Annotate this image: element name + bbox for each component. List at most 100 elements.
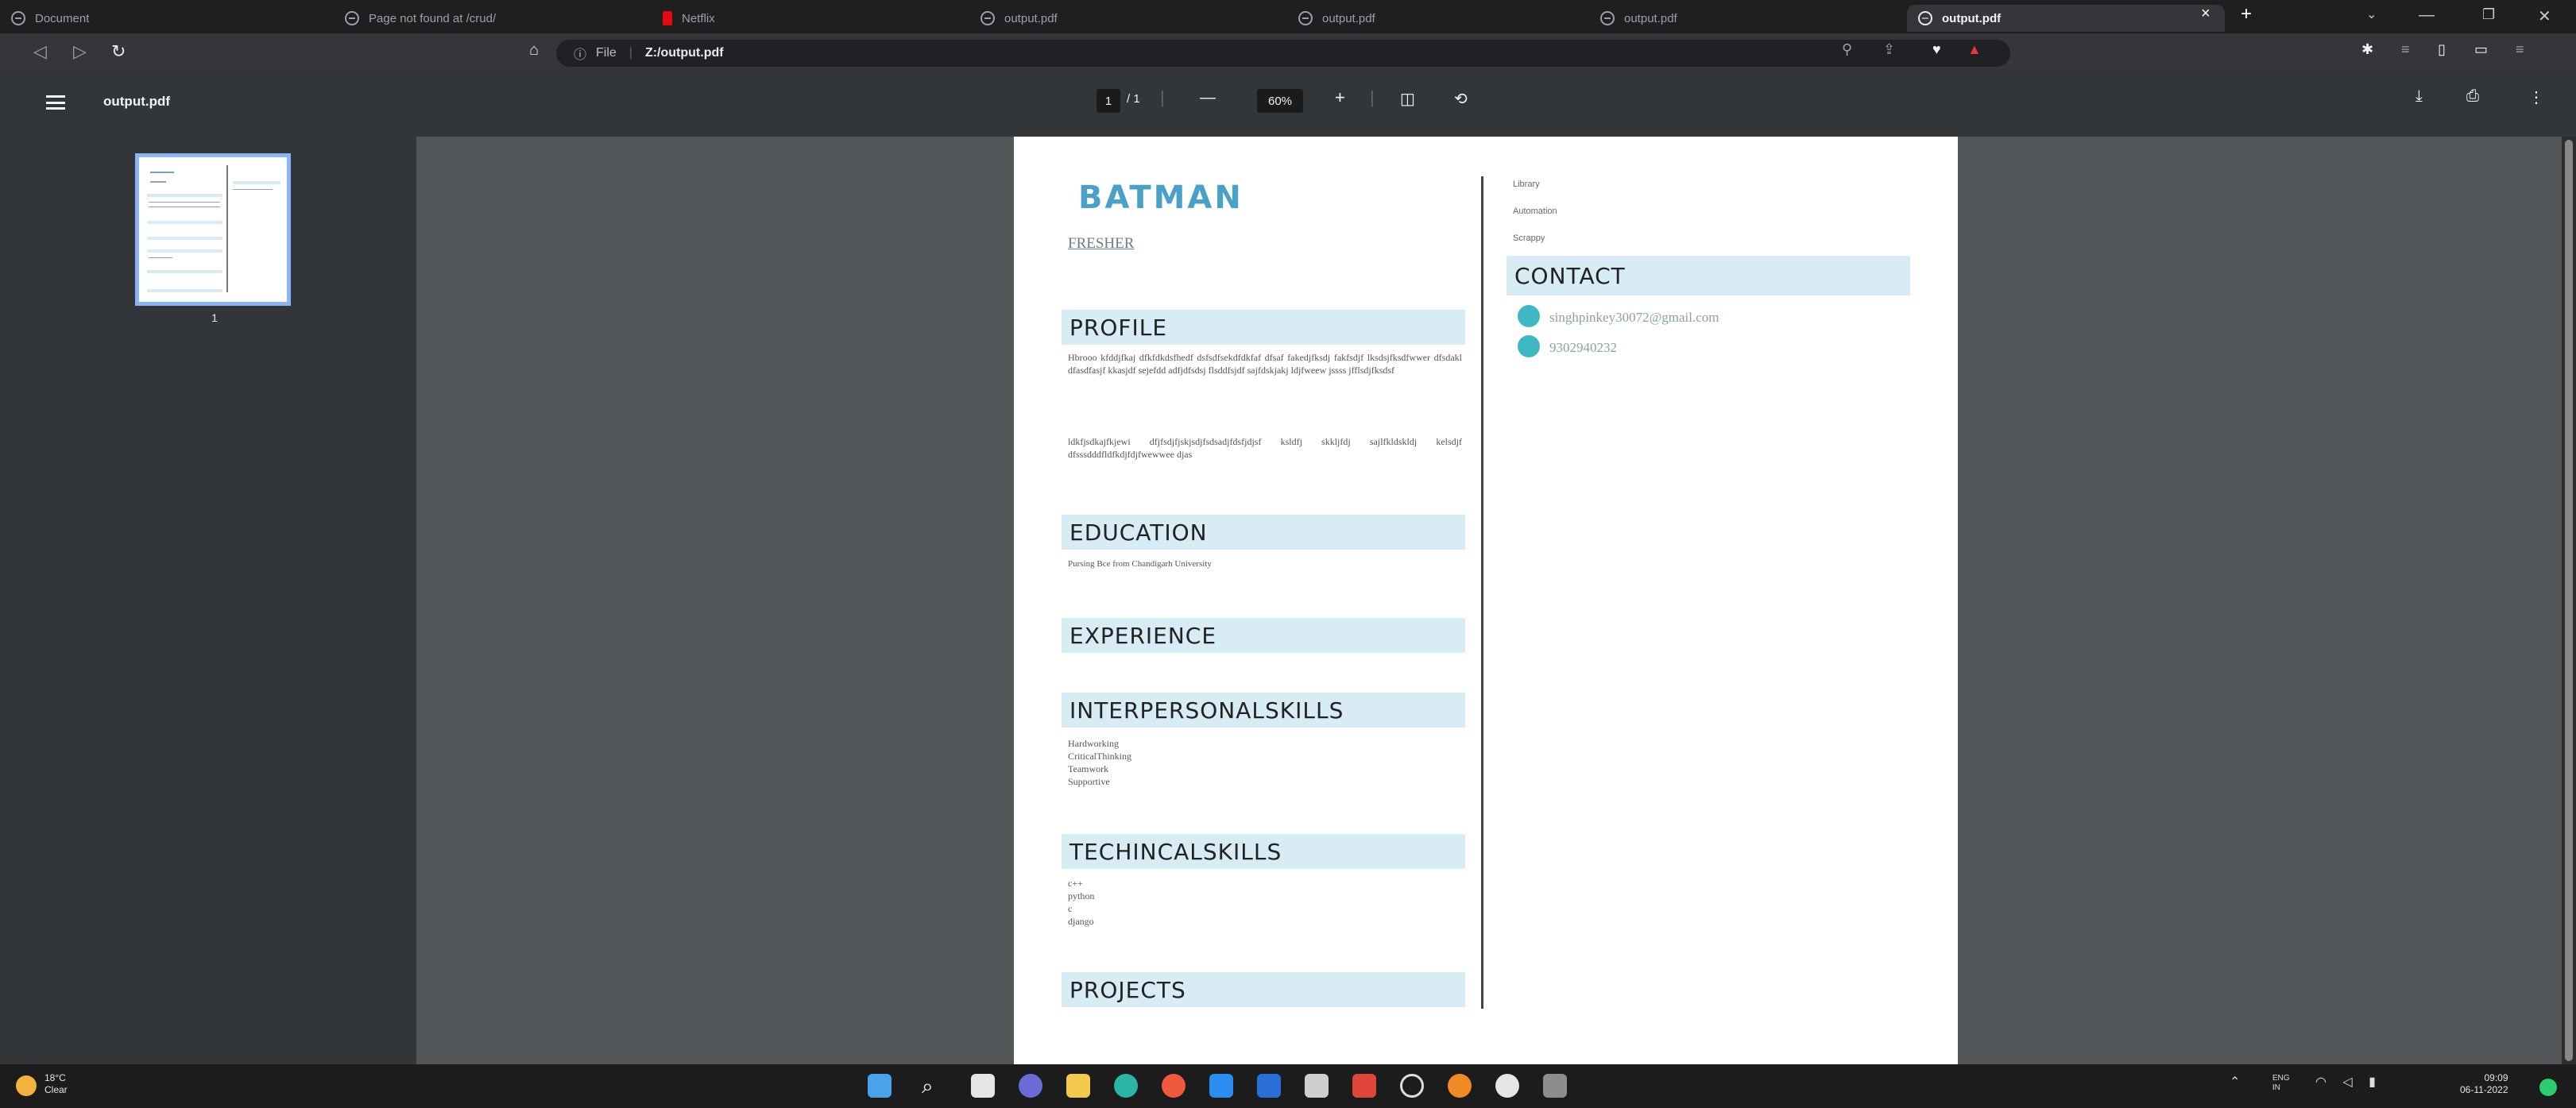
battery-icon[interactable]: ▮: [2369, 1075, 2376, 1089]
contact-heading: CONTACT: [1507, 256, 1910, 295]
tab-search-icon[interactable]: ⌄: [2366, 6, 2377, 22]
resume-name: BATMAN: [1078, 180, 1244, 216]
education-heading: EDUCATION: [1062, 515, 1465, 550]
skill-item: Teamwork: [1068, 763, 1109, 774]
page-number-input[interactable]: 1: [1097, 89, 1120, 113]
window-close-icon[interactable]: ✕: [2538, 6, 2551, 26]
brave-icon[interactable]: [1162, 1074, 1186, 1098]
globe-icon: [1298, 11, 1313, 25]
tab-page-not-found[interactable]: Page not found at /crud/: [334, 5, 652, 32]
column-divider: [1481, 176, 1483, 1009]
profile-text-1: Hbrooo kfddjfkaj dfkfdkdsfhedf dsfsdfsek…: [1068, 352, 1462, 376]
profile-text-2: ldkfjsdkajfkjewi dfjfsdjfjskjsdjfsdsadjf…: [1068, 436, 1462, 460]
store-icon[interactable]: [1257, 1074, 1281, 1098]
project-item: Scrappy: [1513, 234, 1545, 243]
address-field[interactable]: ⓘ File | Z:/output.pdf: [556, 40, 2010, 67]
scrollbar-thumb[interactable]: [2565, 140, 2573, 1061]
taskbar: [0, 1064, 2576, 1108]
more-actions-icon[interactable]: ⋮: [2528, 87, 2544, 107]
firefox-icon[interactable]: [1448, 1074, 1472, 1098]
tab-output-pdf-active[interactable]: output.pdf: [1907, 5, 2225, 32]
contact-phone: 9302940232: [1549, 340, 1617, 355]
tech-skill-item: c: [1068, 903, 1073, 914]
task-view-icon[interactable]: [971, 1074, 995, 1098]
resume-subtitle: FRESHER: [1068, 235, 1135, 252]
tech-skill-item: django: [1068, 916, 1094, 927]
tab-output-pdf-2[interactable]: output.pdf: [1287, 5, 1589, 32]
start-icon[interactable]: [868, 1074, 892, 1098]
globe-icon: [11, 11, 25, 25]
rotate-icon[interactable]: ⟲: [1454, 89, 1468, 109]
netflix-icon: [663, 11, 672, 25]
print-icon[interactable]: ⎙: [2466, 87, 2479, 106]
chat-icon[interactable]: [1019, 1074, 1042, 1098]
download-icon[interactable]: ⤓: [2415, 87, 2423, 106]
close-tab-button[interactable]: ×: [2201, 5, 2210, 23]
volume-icon[interactable]: ◁: [2342, 1075, 2352, 1089]
zoom-input[interactable]: 60%: [1257, 89, 1303, 113]
email-icon: [1518, 305, 1540, 327]
skill-item: CriticalThinking: [1068, 751, 1131, 762]
minimize-icon[interactable]: —: [2419, 6, 2435, 25]
browser-menu-icon[interactable]: ≡: [2516, 41, 2524, 58]
reading-list-icon[interactable]: ≡: [2401, 41, 2410, 58]
scheme-label: File: [596, 46, 617, 60]
reload-icon[interactable]: ↻: [111, 41, 126, 62]
interpersonal-skills-heading: INTERPERSONALSKILLS: [1062, 693, 1465, 728]
share-icon[interactable]: ⇪: [1883, 41, 1895, 58]
forward-icon[interactable]: ▷: [73, 41, 87, 62]
edge-icon[interactable]: [1114, 1074, 1138, 1098]
profile-heading: PROFILE: [1062, 310, 1465, 345]
chevron-up-icon[interactable]: ⌃: [2230, 1075, 2240, 1089]
tab-netflix[interactable]: Netflix: [652, 5, 969, 32]
project-item: Library: [1513, 180, 1540, 189]
technical-skills-heading: TECHINCALSKILLS: [1062, 834, 1465, 869]
notification-icon[interactable]: [2539, 1079, 2557, 1096]
tab-output-pdf-3[interactable]: output.pdf: [1589, 5, 1907, 32]
extensions-icon[interactable]: ✱: [2361, 41, 2373, 58]
tech-skill-item: c++: [1068, 878, 1083, 889]
file-explorer-icon[interactable]: [1066, 1074, 1090, 1098]
globe-icon: [1918, 11, 1932, 25]
tech-skill-item: python: [1068, 890, 1095, 901]
thumbnail-page-number: 1: [211, 311, 218, 324]
brave-rewards-icon[interactable]: ▲: [1967, 41, 1982, 58]
contact-email: singhpinkey30072@gmail.com: [1549, 310, 1719, 325]
fit-page-icon[interactable]: ◫: [1400, 89, 1415, 109]
wallet-icon[interactable]: ▭: [2474, 41, 2488, 58]
language-indicator[interactable]: ENG IN: [2272, 1074, 2290, 1093]
weather-widget[interactable]: 18°C Clear: [44, 1072, 68, 1096]
pdf-title: output.pdf: [103, 94, 171, 109]
clock[interactable]: 09:09 06-11-2022: [2460, 1072, 2508, 1096]
notepad-icon[interactable]: [1305, 1074, 1329, 1098]
settings-icon[interactable]: [1400, 1074, 1424, 1098]
weather-icon[interactable]: [16, 1075, 37, 1096]
sidebar-icon[interactable]: ▯: [2438, 41, 2446, 58]
phone-icon: [1518, 335, 1540, 357]
globe-icon: [1600, 11, 1615, 25]
zoom-icon[interactable]: ⚲: [1842, 41, 1852, 58]
wifi-icon[interactable]: ◠: [2315, 1075, 2327, 1089]
tab-output-pdf-1[interactable]: output.pdf: [969, 5, 1287, 32]
page-thumbnail[interactable]: [135, 153, 291, 306]
vscode-icon[interactable]: [1209, 1074, 1233, 1098]
zoom-in-button[interactable]: +: [1335, 87, 1345, 108]
new-tab-button[interactable]: +: [2241, 3, 2252, 25]
globe-icon: [981, 11, 995, 25]
project-item: Automation: [1513, 207, 1557, 216]
restore-icon[interactable]: ❐: [2482, 6, 2495, 23]
chrome-icon[interactable]: [1495, 1074, 1519, 1098]
app-icon[interactable]: [1352, 1074, 1376, 1098]
page-total: / 1: [1127, 92, 1140, 106]
search-icon[interactable]: ⌕: [922, 1074, 946, 1098]
system-tray[interactable]: ⌃ ENG IN ◠ ◁ ▮: [2230, 1074, 2376, 1093]
brave-shield-icon[interactable]: ♥: [1932, 41, 1941, 58]
menu-icon[interactable]: [46, 95, 65, 110]
tab-document[interactable]: Document: [0, 5, 334, 32]
globe-icon: [345, 11, 359, 25]
back-icon[interactable]: ◁: [33, 41, 47, 62]
site-info-icon[interactable]: ⓘ: [574, 44, 586, 63]
terminal-icon[interactable]: [1543, 1074, 1567, 1098]
bookmark-icon[interactable]: ⌂: [529, 41, 539, 60]
zoom-out-button[interactable]: —: [1200, 89, 1216, 107]
